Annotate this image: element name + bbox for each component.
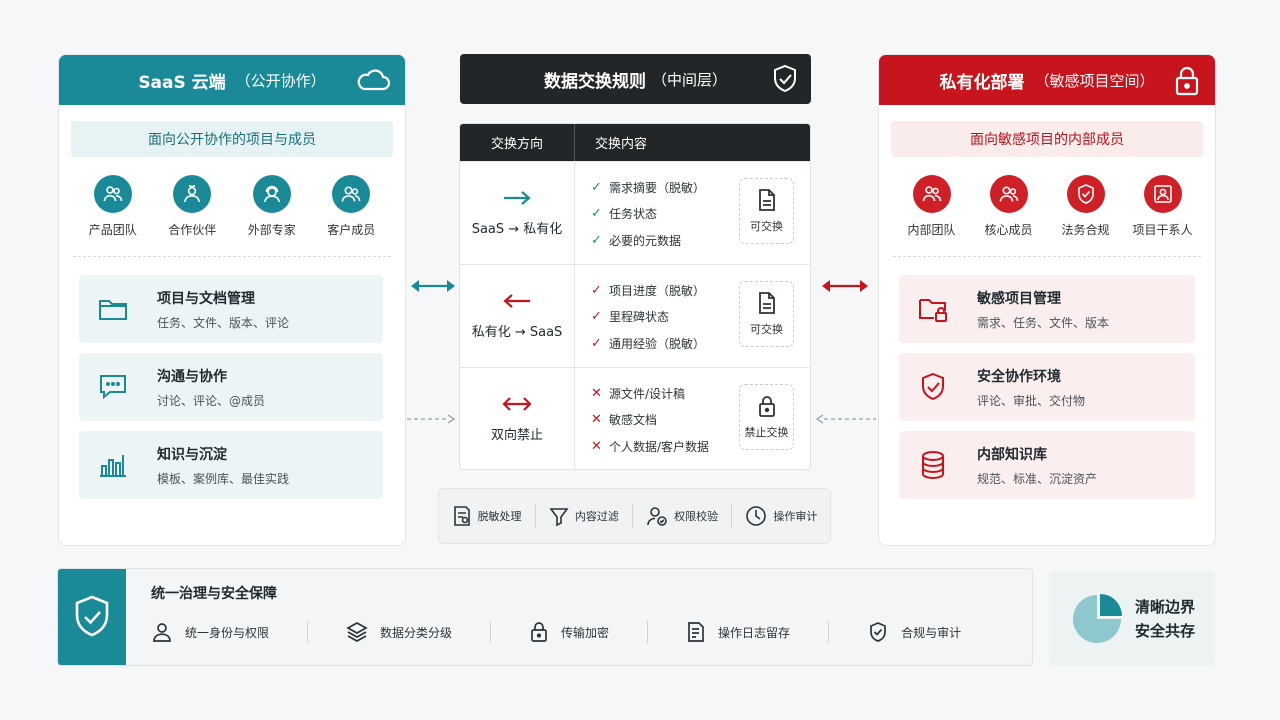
user-check-icon xyxy=(647,507,667,526)
database-icon xyxy=(917,450,949,480)
exchange-row-saas-to-private: SaaS → 私有化 ✓ 需求摘要（脱敏） ✓ 任务状态 ✓ 必要的元数据 可交换 xyxy=(460,161,810,264)
private-panel-title: 私有化部署 xyxy=(939,72,1025,93)
gov-item-encryption: 传输加密 xyxy=(529,621,609,643)
filter-icon xyxy=(549,508,569,526)
shield-icon xyxy=(1066,175,1105,213)
shield-check-icon xyxy=(870,622,886,642)
gov-item-identity: 统一身份与权限 xyxy=(151,621,269,643)
saas-audience: 面向公开协作的项目与成员 xyxy=(71,121,393,157)
private-audience: 面向敏感项目的内部成员 xyxy=(891,121,1203,157)
document-icon xyxy=(758,189,775,211)
exchange-rules-title: 数据交换规则 xyxy=(543,71,646,92)
exchangeable-badge: 可交换 xyxy=(739,178,794,244)
exchange-table-header: 交换方向 交换内容 xyxy=(460,124,810,161)
private-feature-knowledge: 内部知识库 规范、标准、沉淀资产 xyxy=(899,431,1195,499)
exchange-row-private-to-saas: 私有化 → SaaS ✓ 项目进度（脱敏） ✓ 里程碑状态 ✓ 通用经验（脱敏） 可交… xyxy=(460,264,810,367)
saas-panel-subtitle: （公开协作） xyxy=(235,71,326,90)
governance-title: 统一治理与安全保障 xyxy=(151,586,277,602)
role-expert: 外部专家 xyxy=(237,175,307,238)
private-deployment-panel: 私有化部署 （敏感项目空间） 面向敏感项目的内部成员 内部团队 核心成员 法务合… xyxy=(878,54,1216,546)
locked-folder-icon xyxy=(917,295,949,323)
governance-items: 统一身份与权限 数据分类分级 传输加密 操作日志留存 合规与审计 xyxy=(151,621,1012,643)
exchange-row-forbidden: 双向禁止 ✕ 源文件/设计稿 ✕ 敏感文档 ✕ 个人数据/客户数据 禁止交换 xyxy=(460,367,810,469)
left-dashed-arrow xyxy=(407,414,456,424)
exchange-table: 交换方向 交换内容 SaaS → 私有化 ✓ 需求摘要（脱敏） ✓ 任务状态 ✓ 必要… xyxy=(459,123,811,470)
desensitize-icon xyxy=(453,506,470,526)
saas-panel-title: SaaS 云端 xyxy=(138,72,226,93)
shield-check-icon xyxy=(58,569,126,665)
saas-cloud-panel: SaaS 云端 （公开协作） 面向公开协作的项目与成员 产品团队 合作伙伴 外部… xyxy=(58,54,406,546)
chart-icon xyxy=(97,452,129,478)
pie-icon xyxy=(1073,593,1122,643)
document-icon xyxy=(758,292,775,314)
arrow-left-icon xyxy=(502,293,532,309)
saas-feature-chat: 沟通与协作 讨论、评论、@成员 xyxy=(79,353,383,421)
role-customer: 客户成员 xyxy=(316,175,386,238)
private-panel-subtitle: （敏感项目空间） xyxy=(1034,71,1155,90)
tool-filter: 内容过滤 xyxy=(549,506,619,526)
exchange-tools: 脱敏处理 内容过滤 权限校验 操作审计 xyxy=(438,488,831,544)
role-partner: 合作伙伴 xyxy=(157,175,227,238)
user-icon xyxy=(153,623,171,642)
saas-feature-docs: 项目与文档管理 任务、文件、版本、评论 xyxy=(79,275,383,343)
private-divider xyxy=(893,256,1201,257)
partner-icon xyxy=(173,175,212,213)
exchange-rules-header: 数据交换规则 （中间层） xyxy=(460,54,811,104)
teal-double-arrow xyxy=(411,280,455,292)
summary-line-2: 安全共存 xyxy=(1135,621,1196,640)
lock-icon xyxy=(1173,65,1201,97)
saas-feature-knowledge: 知识与沉淀 模板、案例库、最佳实践 xyxy=(79,431,383,499)
clock-icon xyxy=(746,506,767,526)
tool-permission: 权限校验 xyxy=(646,505,718,527)
right-dashed-arrow xyxy=(815,414,876,424)
customer-icon xyxy=(332,175,371,213)
private-panel-header: 私有化部署 （敏感项目空间） xyxy=(879,55,1215,105)
shield-check-icon xyxy=(771,64,799,94)
gov-item-compliance: 合规与审计 xyxy=(867,621,961,643)
layers-icon xyxy=(346,622,368,642)
arrow-both-icon xyxy=(501,396,533,412)
saas-panel-header: SaaS 云端 （公开协作） xyxy=(59,55,405,105)
summary-line-1: 清晰边界 xyxy=(1135,597,1196,616)
red-double-arrow xyxy=(822,280,868,292)
core-member-icon xyxy=(989,175,1028,213)
exchange-rules-subtitle: （中间层） xyxy=(651,70,727,89)
private-feature-projects: 敏感项目管理 需求、任务、文件、版本 xyxy=(899,275,1195,343)
governance-bar: 统一治理与安全保障 统一身份与权限 数据分类分级 传输加密 操作日志留存 合规与… xyxy=(57,568,1033,666)
summary-card: 清晰边界 安全共存 xyxy=(1049,571,1215,666)
gov-item-logs: 操作日志留存 xyxy=(686,621,790,643)
exchangeable-badge: 可交换 xyxy=(739,281,794,347)
folder-icon xyxy=(97,296,129,322)
chat-icon xyxy=(97,373,129,401)
users-icon xyxy=(912,175,951,213)
users-icon xyxy=(93,175,132,213)
tool-desensitize: 脱敏处理 xyxy=(452,505,522,527)
private-roles: 内部团队 核心成员 法务合规 项目干系人 xyxy=(879,157,1215,238)
role-legal-compliance: 法务合规 xyxy=(1051,175,1121,238)
header-direction: 交换方向 xyxy=(460,124,575,161)
gov-item-classification: 数据分类分级 xyxy=(346,621,452,643)
saas-divider xyxy=(73,256,391,257)
header-content: 交换内容 xyxy=(595,137,648,152)
private-feature-secure: 安全协作环境 评论、审批、交付物 xyxy=(899,353,1195,421)
arrow-right-icon xyxy=(502,190,532,206)
role-stakeholder: 项目干系人 xyxy=(1128,175,1198,238)
role-core-member: 核心成员 xyxy=(974,175,1044,238)
role-internal-team: 内部团队 xyxy=(897,175,967,238)
lock-icon xyxy=(758,396,775,417)
shield-check-icon xyxy=(917,372,949,402)
saas-roles: 产品团队 合作伙伴 外部专家 客户成员 xyxy=(59,157,405,238)
cloud-icon xyxy=(355,65,391,95)
role-product-team: 产品团队 xyxy=(78,175,148,238)
log-file-icon xyxy=(688,622,704,642)
expert-icon xyxy=(252,175,291,213)
tool-audit: 操作审计 xyxy=(745,505,817,527)
stakeholder-icon xyxy=(1143,175,1182,213)
lock-icon xyxy=(531,622,547,642)
forbidden-badge: 禁止交换 xyxy=(739,384,794,450)
